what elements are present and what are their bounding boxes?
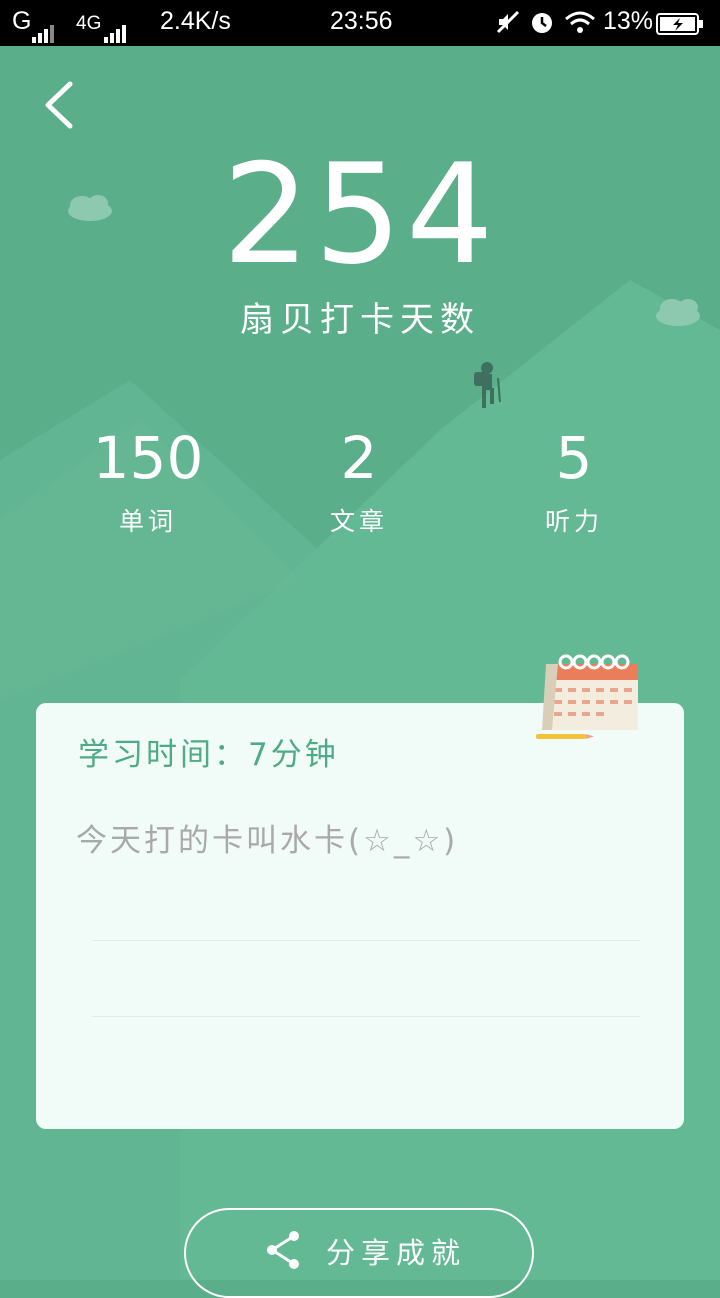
wifi-icon (565, 10, 595, 41)
divider (92, 1016, 640, 1017)
stat-listening-value: 5 (555, 424, 593, 492)
stat-listening-label: 听力 (544, 507, 603, 536)
checkin-note[interactable]: 今天打的卡叫水卡(☆_☆) (76, 815, 458, 860)
checkin-days-label: 扇贝打卡天数 (240, 300, 480, 340)
checkin-days-count: 254 (222, 134, 498, 295)
battery-icon (656, 12, 704, 43)
clock: 23:56 (330, 7, 393, 35)
network-speed: 2.4K/s (160, 7, 231, 35)
back-arrow-icon[interactable] (38, 80, 82, 130)
stat-articles: 2 文章 (259, 420, 459, 538)
stat-articles-label: 文章 (329, 507, 388, 536)
network-type-1: G (12, 7, 32, 35)
share-achievement-button[interactable]: 分享成就 (184, 1208, 534, 1298)
checkin-note-card: 学习时间：7分钟 今天打的卡叫水卡(☆_☆) (36, 703, 684, 1129)
signal-icon-2 (104, 14, 128, 43)
share-icon (267, 1231, 299, 1269)
study-time: 学习时间：7分钟 (78, 737, 339, 773)
status-bar: G 4G 2.4K/s 23:56 13% (0, 0, 720, 46)
alarm-icon (529, 9, 555, 42)
signal-icon-1 (32, 14, 56, 43)
mute-icon (496, 10, 520, 41)
battery-percent: 13% (603, 7, 654, 35)
share-achievement-label: 分享成就 (326, 1236, 467, 1270)
stat-listening: 5 听力 (474, 420, 674, 538)
stat-words-label: 单词 (118, 507, 177, 536)
divider (92, 940, 640, 941)
stat-articles-value: 2 (340, 424, 378, 492)
stat-words-value: 150 (92, 424, 204, 492)
calendar-icon (536, 654, 638, 739)
stat-words: 150 单词 (48, 420, 248, 538)
network-type-2: 4G (76, 13, 102, 34)
